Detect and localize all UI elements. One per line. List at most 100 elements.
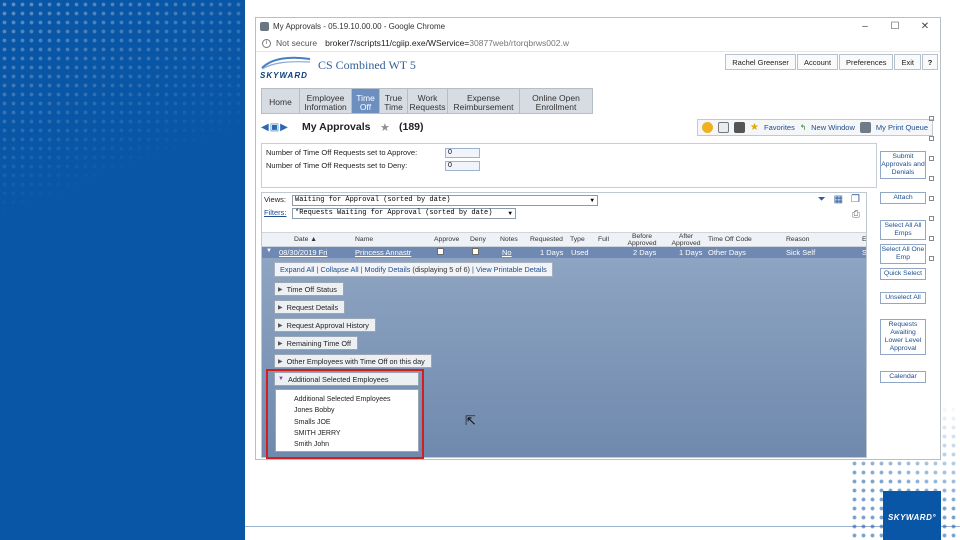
col-requested[interactable]: Requested <box>530 236 563 244</box>
maximize-icon[interactable]: ☐ <box>880 21 910 32</box>
unselect-all-button[interactable]: Unselect All <box>880 292 926 304</box>
tab-employee-information[interactable]: Employee Information <box>300 89 352 113</box>
col-reason[interactable]: Reason <box>786 236 809 244</box>
back-icon[interactable]: ◀ <box>261 122 269 133</box>
col-date[interactable]: Date ▲ <box>294 236 317 244</box>
awaiting-lower-approval-button[interactable]: Requests Awaiting Lower Level Approval <box>880 319 926 355</box>
url-path[interactable]: 30877web/rtorqbrws002.w <box>469 38 569 48</box>
view-printable-link[interactable]: View Printable Details <box>476 265 547 274</box>
col-type[interactable]: Type <box>570 236 585 244</box>
deny-count-field: 0 <box>445 161 480 171</box>
tab-home[interactable]: Home <box>262 89 300 113</box>
section-request-details[interactable]: ▶ Request Details <box>274 300 346 314</box>
approve-checkbox[interactable] <box>437 248 444 255</box>
minimize-icon[interactable]: – <box>850 21 880 32</box>
deny-count-label: Number of Time Off Requests set to Deny: <box>266 161 408 170</box>
tab-expense-reimbursement[interactable]: Expense Reimbursement <box>448 89 520 113</box>
list-header: Additional Selected Employees <box>294 396 391 403</box>
chevron-right-icon: ▶ <box>278 340 283 347</box>
attach-button[interactable]: Attach <box>880 192 926 204</box>
filters-select[interactable]: *Requests Waiting for Approval (sorted b… <box>292 208 516 219</box>
strip-marker <box>929 236 934 241</box>
help-icon[interactable] <box>702 122 714 133</box>
section-additional-employees[interactable]: ▼ Additional Selected Employees <box>274 372 419 386</box>
export-icon[interactable]: ▦ <box>834 194 843 205</box>
calendar-button[interactable]: Calendar <box>880 371 926 383</box>
grid-header: Date ▲ Name Approve Deny Notes Requested… <box>262 232 866 247</box>
quick-select-button[interactable]: Quick Select <box>880 268 926 280</box>
row-expand-icon[interactable]: ▼ <box>266 248 272 254</box>
collapse-all-link[interactable]: Collapse All <box>320 265 358 274</box>
tab-time-off[interactable]: Time Off <box>352 89 380 113</box>
mouse-cursor-icon: ⇱ <box>465 413 476 428</box>
favorites-menu[interactable]: Favorites <box>764 123 795 132</box>
print-queue-link[interactable]: My Print Queue <box>876 123 928 132</box>
col-name[interactable]: Name <box>355 236 373 244</box>
close-icon[interactable]: ✕ <box>910 21 940 32</box>
page-toolbar: ◀ ▣ ▶ My Approvals ★ (189) ★ Favorites ↰… <box>261 119 937 137</box>
details-links: Expand All | Collapse All | Modify Detai… <box>274 262 553 277</box>
strip-marker <box>929 256 934 261</box>
print-icon[interactable]: ⎙ <box>852 209 860 220</box>
col-e[interactable]: E <box>862 236 866 244</box>
user-name-link[interactable]: Rachel Greenser <box>725 54 796 70</box>
col-after-approved[interactable]: After Approved <box>668 233 704 247</box>
select-all-emps-button[interactable]: Select All All Emps <box>880 220 926 240</box>
history-icon[interactable]: ▣ <box>270 122 279 133</box>
new-window-link[interactable]: New Window <box>811 123 855 132</box>
history-nav: ◀ ▣ ▶ <box>261 122 288 133</box>
row-before: 2 Days <box>633 248 657 257</box>
col-approve[interactable]: Approve <box>434 236 459 244</box>
views-label: Views: <box>264 195 286 204</box>
select-all-one-emp-button[interactable]: Select All One Emp <box>880 244 926 264</box>
exit-link[interactable]: Exit <box>894 54 921 70</box>
section-label: Time Off Status <box>286 284 337 294</box>
favorite-star-icon[interactable]: ★ <box>380 121 390 134</box>
account-link[interactable]: Account <box>796 54 839 70</box>
app-header: SKYWARD CS Combined WT 5 Rachel Greenser… <box>256 52 940 88</box>
col-full[interactable]: Full <box>598 236 609 244</box>
col-before-approved[interactable]: Before Approved <box>624 233 660 247</box>
camera-icon[interactable] <box>734 122 746 133</box>
right-scroll-strip <box>929 114 937 458</box>
logo-mark-icon <box>261 56 311 70</box>
filters-label[interactable]: Filters: <box>264 208 287 217</box>
page-title: My Approvals <box>302 121 371 133</box>
copy-icon[interactable]: ❐ <box>851 194 860 205</box>
filter-icon[interactable]: ⏷ <box>818 194 826 205</box>
info-icon[interactable]: i <box>262 38 271 48</box>
section-approval-history[interactable]: ▶ Request Approval History <box>274 318 376 332</box>
section-time-off-status[interactable]: ▶ Time Off Status <box>274 282 344 296</box>
section-remaining-time-off[interactable]: ▶ Remaining Time Off <box>274 336 358 350</box>
strip-marker <box>929 216 934 221</box>
list-item: Smalls JOE <box>294 418 331 426</box>
preferences-link[interactable]: Preferences <box>839 54 894 70</box>
section-other-employees[interactable]: ▶ Other Employees with Time Off on this d… <box>274 354 432 368</box>
list-item: Jones Bobby <box>294 407 335 415</box>
submit-approvals-button[interactable]: Submit Approvals and Denials <box>880 151 926 179</box>
logo-wordmark: SKYWARD <box>260 71 308 80</box>
slide-left-panel <box>0 0 245 540</box>
url-host[interactable]: broker7/scripts11/cgiip.exe/WService= <box>325 38 469 48</box>
filters-value: *Requests Waiting for Approval (sorted b… <box>295 209 493 217</box>
table-row[interactable]: ▼ 08/30/2019 Fri Princess Annastr No 1 D… <box>262 247 866 258</box>
edit-icon[interactable] <box>718 122 730 133</box>
tab-work-requests[interactable]: Work Requests <box>408 89 448 113</box>
address-bar[interactable]: i Not secure broker7/scripts11/cgiip.exe… <box>256 35 940 52</box>
help-button[interactable]: ? <box>922 54 938 70</box>
col-time-off-code[interactable]: Time Off Code <box>708 236 752 244</box>
row-date[interactable]: 08/30/2019 Fri <box>279 248 327 257</box>
row-name[interactable]: Princess Annastr <box>355 248 411 257</box>
views-select[interactable]: Waiting for Approval (sorted by date) ▼ <box>292 195 598 206</box>
row-notes[interactable]: No <box>502 248 512 257</box>
tab-online-open-enrollment[interactable]: Online Open Enrollment <box>520 89 592 113</box>
printer-icon <box>859 122 871 133</box>
col-notes[interactable]: Notes <box>500 236 518 244</box>
deny-checkbox[interactable] <box>472 248 479 255</box>
favorites-icon: ★ <box>750 122 759 133</box>
forward-icon[interactable]: ▶ <box>280 122 288 133</box>
modify-details-link[interactable]: Modify Details <box>365 265 411 274</box>
expand-all-link[interactable]: Expand All <box>280 265 314 274</box>
col-deny[interactable]: Deny <box>470 236 486 244</box>
tab-true-time[interactable]: True Time <box>380 89 408 113</box>
